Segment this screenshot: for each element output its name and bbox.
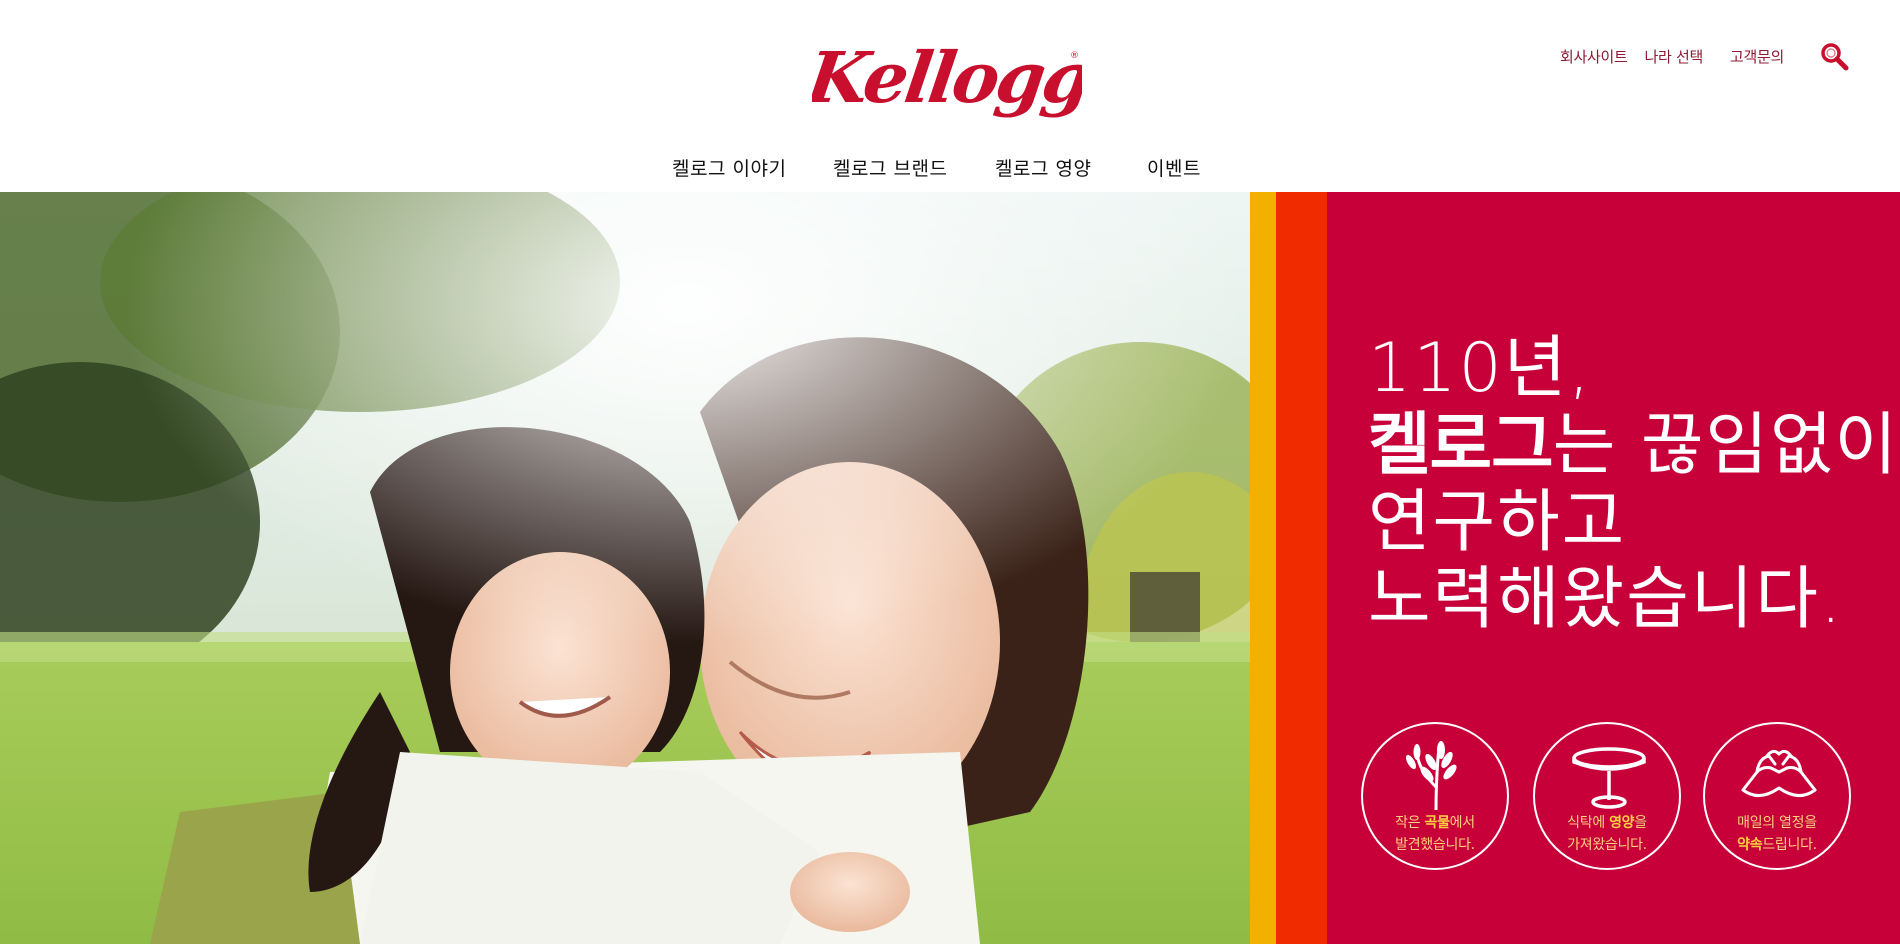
table-icon [1572, 747, 1646, 809]
hero-headline: 110년, 켈로그는 끊임없이 연구하고 노력해왔습니다. [1368, 329, 1897, 639]
nav-kelloggs-story[interactable]: 켈로그 이야기 [672, 154, 786, 181]
wheat-icon [1405, 741, 1457, 811]
utility-nav: 회사사이트 나라 선택 고객문의 [1560, 46, 1784, 67]
company-site-link[interactable]: 회사사이트 [1560, 46, 1628, 67]
accent-stripe-yellow [1250, 192, 1276, 944]
hero-banner: 110년, 켈로그는 끊임없이 연구하고 노력해왔습니다. 작은 곡물에서 발견… [0, 192, 1900, 944]
headline-line-2-rest: 는 끊임없이 [1552, 406, 1900, 485]
nav-event[interactable]: 이벤트 [1147, 154, 1201, 181]
svg-text:®: ® [1070, 51, 1079, 61]
accent-stripe-orange [1276, 192, 1327, 944]
kelloggs-logo[interactable]: Kellogg's ® [812, 20, 1082, 130]
customer-inquiry-link[interactable]: 고객문의 [1730, 46, 1784, 67]
headline-line-2: 켈로그는 끊임없이 [1368, 406, 1897, 485]
logo-wordmark: Kellogg's [812, 36, 1082, 119]
headline-line-4: 노력해왔습니다. [1368, 560, 1844, 639]
pinky-promise-icon [1741, 749, 1817, 797]
badge-grain-text: 작은 곡물에서 발견했습니다. [1395, 815, 1475, 853]
headline-line-3: 연구하고 [1368, 483, 1627, 562]
badge-grain[interactable]: 작은 곡물에서 발견했습니다. [1361, 722, 1509, 870]
badge-promise[interactable]: 매일의 열정을 약속드립니다. [1703, 722, 1851, 870]
headline-brand: 켈로그 [1368, 406, 1554, 485]
search-icon[interactable] [1820, 42, 1850, 72]
site-header: Kellogg's ® 회사사이트 나라 선택 고객문의 켈로그 이야기 켈로그… [0, 0, 1900, 192]
nav-kelloggs-brand[interactable]: 켈로그 브랜드 [833, 154, 947, 181]
badge-promise-text: 매일의 열정을 약속드립니다. [1737, 815, 1817, 853]
badge-nutrition-text: 식탁에 영양을 가져왔습니다. [1567, 815, 1647, 853]
nav-kelloggs-nutrition[interactable]: 켈로그 영양 [995, 154, 1091, 181]
country-select-link[interactable]: 나라 선택 [1645, 46, 1704, 67]
headline-line-1: 110년, [1368, 329, 1592, 408]
badge-nutrition[interactable]: 식탁에 영양을 가져왔습니다. [1533, 722, 1681, 870]
hero-photo [0, 192, 1250, 944]
main-nav: 켈로그 이야기 켈로그 브랜드 켈로그 영양 이벤트 [0, 154, 1900, 182]
